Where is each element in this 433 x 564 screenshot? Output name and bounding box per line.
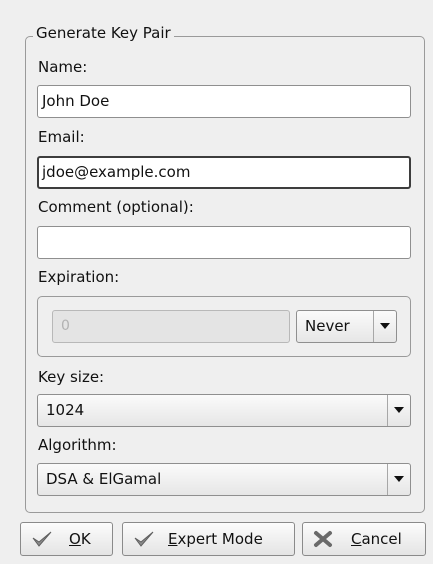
x-icon	[313, 530, 333, 552]
cancel-label: ancel	[361, 530, 402, 548]
key-size-label: Key size:	[38, 368, 105, 386]
algorithm-dropdown[interactable]: DSA & ElGamal	[37, 463, 411, 496]
cancel-mnemonic: C	[351, 530, 362, 548]
expert-label: xpert Mode	[177, 530, 263, 548]
checkmark-icon	[31, 530, 53, 552]
expiration-days-input: 0	[52, 310, 290, 343]
checkmark-icon	[133, 530, 155, 552]
group-title: Generate Key Pair	[33, 24, 174, 42]
comment-input[interactable]	[37, 226, 411, 259]
expiration-unit-value: Never	[305, 317, 350, 335]
expert-mode-button[interactable]: Expert Mode	[122, 522, 295, 556]
algorithm-value: DSA & ElGamal	[46, 470, 162, 488]
dropdown-arrow-icon	[387, 395, 410, 426]
comment-label: Comment (optional):	[38, 198, 194, 216]
name-label: Name:	[38, 58, 88, 76]
email-label: Email:	[38, 128, 85, 146]
algorithm-label: Algorithm:	[38, 436, 117, 454]
cancel-button[interactable]: Cancel	[302, 522, 426, 556]
ok-label: K	[80, 530, 91, 548]
dropdown-arrow-icon	[387, 464, 410, 495]
email-input[interactable]: jdoe@example.com	[37, 156, 411, 189]
key-size-value: 1024	[46, 401, 85, 419]
ok-button[interactable]: OK	[20, 522, 113, 556]
expiration-unit-dropdown[interactable]: Never	[296, 310, 397, 343]
expiration-label: Expiration:	[38, 268, 120, 286]
dropdown-arrow-icon	[373, 311, 396, 342]
ok-mnemonic: O	[69, 530, 81, 548]
name-input[interactable]: John Doe	[37, 85, 411, 118]
key-size-dropdown[interactable]: 1024	[37, 394, 411, 427]
